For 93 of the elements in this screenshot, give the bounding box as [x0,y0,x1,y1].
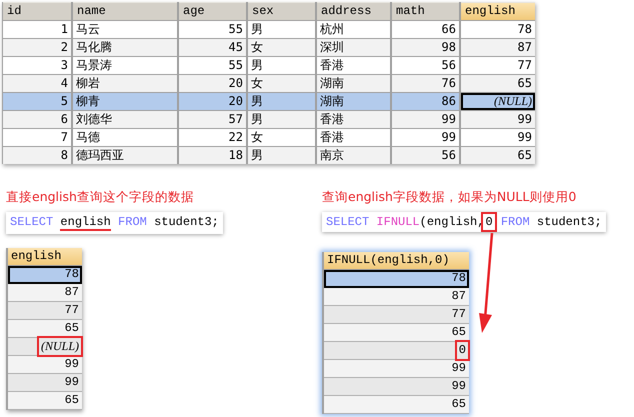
table-cell: 45 [179,39,246,56]
cell-value: 65 [450,325,467,340]
table-cell: 女 [248,39,315,56]
cell-value: 99 [64,375,80,390]
table-cell: 柳青 [73,93,177,110]
table-cell: (NULL) [461,93,535,110]
table-cell: 7 [3,129,71,146]
column-header[interactable]: math [392,2,459,20]
table-cell: 马景涛 [73,57,177,74]
table-cell: 男 [248,147,315,164]
table-cell: 德玛西亚 [73,147,177,164]
sql-token: SELECT [10,215,54,231]
sql-token: english [60,215,111,231]
table-cell: 66 [392,21,459,38]
caption: 直接english查询这个字段的数据 [6,189,195,206]
table-cell: 55 [179,21,246,38]
column-header[interactable]: name [73,2,177,20]
table-cell: 18 [179,147,246,164]
table-cell: 马云 [73,21,177,38]
table-cell: 56 [392,57,459,74]
table-cell: 55 [179,57,246,74]
table-cell: 99 [461,129,535,146]
cell-value: 99 [450,361,467,376]
sql-token: IFNULL [376,215,420,229]
caption: 查询english字段数据，如果为NULL则使用0 [322,189,578,206]
cell-value: 77 [64,303,80,318]
column-header[interactable]: english [8,248,82,266]
cell-value: 77 [450,307,467,322]
table-cell: 3 [3,57,71,74]
table-cell: 男 [248,57,315,74]
table-cell: 77 [461,57,535,74]
table-cell: 78 [461,21,535,38]
table-cell: 8 [3,147,71,164]
sql-token: student3; [154,215,219,231]
table-cell: 香港 [317,111,390,128]
sql-token: 0 [484,215,494,229]
table-cell: 男 [248,111,315,128]
column-header[interactable]: id [3,2,71,20]
table-cell: 65 [461,147,535,164]
cell-value: 65 [64,393,80,408]
cell-value: 65 [64,321,80,336]
table-cell: 5 [3,93,71,110]
cell-value: 87 [450,289,467,304]
table-cell: 刘德华 [73,111,177,128]
table-cell: 99 [461,111,535,128]
table-cell: 湖南 [317,93,390,110]
table-cell: 男 [248,93,315,110]
column-header[interactable]: address [317,2,390,20]
cell-value: 65 [450,397,467,412]
column-header[interactable]: age [179,2,246,20]
cell-value: 0 [458,343,467,358]
column-header[interactable]: IFNULL(english,0) [324,252,469,270]
table-cell: 香港 [317,129,390,146]
cell-value: 78 [64,267,80,282]
column-header[interactable]: sex [248,2,315,20]
table-cell: 4 [3,75,71,92]
table-cell: 香港 [317,57,390,74]
sql-token: FROM [117,215,148,231]
table-cell: 女 [248,75,315,92]
table-cell: 女 [248,129,315,146]
sql-token: (english, [420,215,484,229]
table-cell: 65 [461,75,535,92]
cell-value: 87 [64,285,80,300]
table-cell: 22 [179,129,246,146]
table-cell: 深圳 [317,39,390,56]
table-cell: 1 [3,21,71,38]
sql-token: SELECT [326,215,370,229]
table-cell: 20 [179,75,246,92]
table-cell: 56 [392,147,459,164]
cell-value: (NULL) [40,339,80,354]
table-cell: 98 [392,39,459,56]
table-cell: 2 [3,39,71,56]
table-cell: 南京 [317,147,390,164]
table-cell: 99 [392,129,459,146]
sql-token: student3; [536,215,602,229]
cell-value: 99 [64,357,80,372]
table-cell: 柳岩 [73,75,177,92]
table-cell: 87 [461,39,535,56]
table-cell: 86 [392,93,459,110]
table-cell: 杭州 [317,21,390,38]
cell-value: 99 [450,379,467,394]
table-cell: 76 [392,75,459,92]
table-cell: 马德 [73,129,177,146]
table-cell: 20 [179,93,246,110]
table-cell: 6 [3,111,71,128]
table-cell: 马化腾 [73,39,177,56]
sql-token: FROM [500,215,531,229]
column-header[interactable]: english [461,2,535,20]
table-cell: 57 [179,111,246,128]
cell-value: 78 [450,271,467,286]
table-cell: 男 [248,21,315,38]
table-cell: 99 [392,111,459,128]
table-cell: 湖南 [317,75,390,92]
